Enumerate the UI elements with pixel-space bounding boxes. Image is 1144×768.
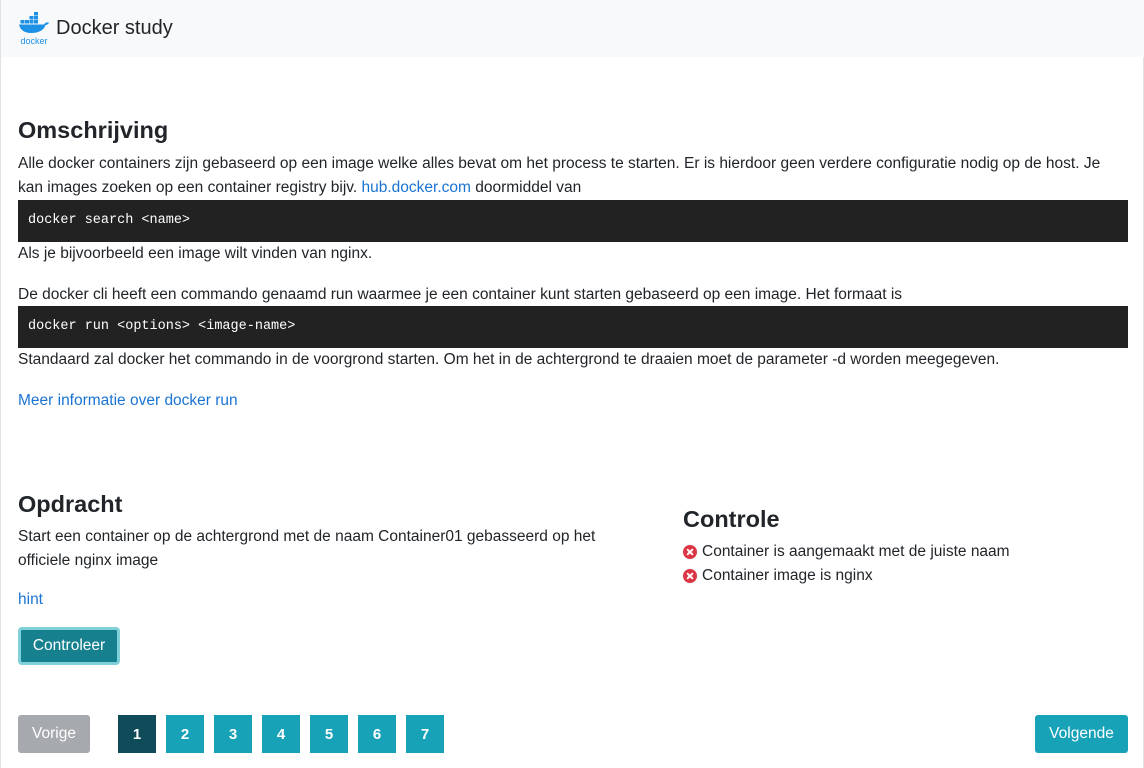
control-item-label: Container image is nginx xyxy=(702,567,873,584)
code-block-run: docker run <options> <image-name> xyxy=(18,306,1128,348)
logo-text: docker xyxy=(20,36,47,46)
assignment-text: Start een container op de achtergrond me… xyxy=(18,528,596,569)
pagination: Vorige 1 2 3 4 5 6 7 Volgende xyxy=(18,715,1128,753)
brand-title[interactable]: Docker study xyxy=(56,17,173,40)
description-intro: Alle docker containers zijn gebaseerd op… xyxy=(18,152,1128,200)
docker-logo-icon[interactable]: docker xyxy=(17,11,51,46)
control-item: Container is aangemaakt met de juiste na… xyxy=(683,540,1010,564)
intro-text-after: doormiddel van xyxy=(470,179,582,196)
page-button-4[interactable]: 4 xyxy=(262,715,300,753)
page-button-1[interactable]: 1 xyxy=(118,715,156,753)
next-button[interactable]: Volgende xyxy=(1035,715,1128,753)
more-info-link[interactable]: Meer informatie over docker run xyxy=(18,389,238,413)
error-x-icon xyxy=(683,569,697,583)
description-title: Omschrijving xyxy=(18,117,169,143)
error-x-icon xyxy=(683,545,697,559)
assignment-title: Opdracht xyxy=(18,491,123,517)
page-button-3[interactable]: 3 xyxy=(214,715,252,753)
search-note: Als je bijvoorbeeld een image wilt vinde… xyxy=(18,245,373,262)
page-button-6[interactable]: 6 xyxy=(358,715,396,753)
prev-button[interactable]: Vorige xyxy=(18,715,90,753)
code-block-search: docker search <name> xyxy=(18,200,1128,242)
run-intro: De docker cli heeft een commando genaamd… xyxy=(18,286,903,303)
control-title: Controle xyxy=(683,506,780,532)
control-item: Container image is nginx xyxy=(683,564,873,588)
run-note: Standaard zal docker het commando in de … xyxy=(18,351,1000,368)
control-item-label: Container is aangemaakt met de juiste na… xyxy=(702,543,1010,560)
page-button-2[interactable]: 2 xyxy=(166,715,204,753)
hint-link[interactable]: hint xyxy=(18,588,43,612)
check-button[interactable]: Controleer xyxy=(18,627,120,665)
hub-docker-link[interactable]: hub.docker.com xyxy=(361,179,470,196)
page-button-5[interactable]: 5 xyxy=(310,715,348,753)
page-button-7[interactable]: 7 xyxy=(406,715,444,753)
navbar: docker Docker study xyxy=(1,0,1144,57)
